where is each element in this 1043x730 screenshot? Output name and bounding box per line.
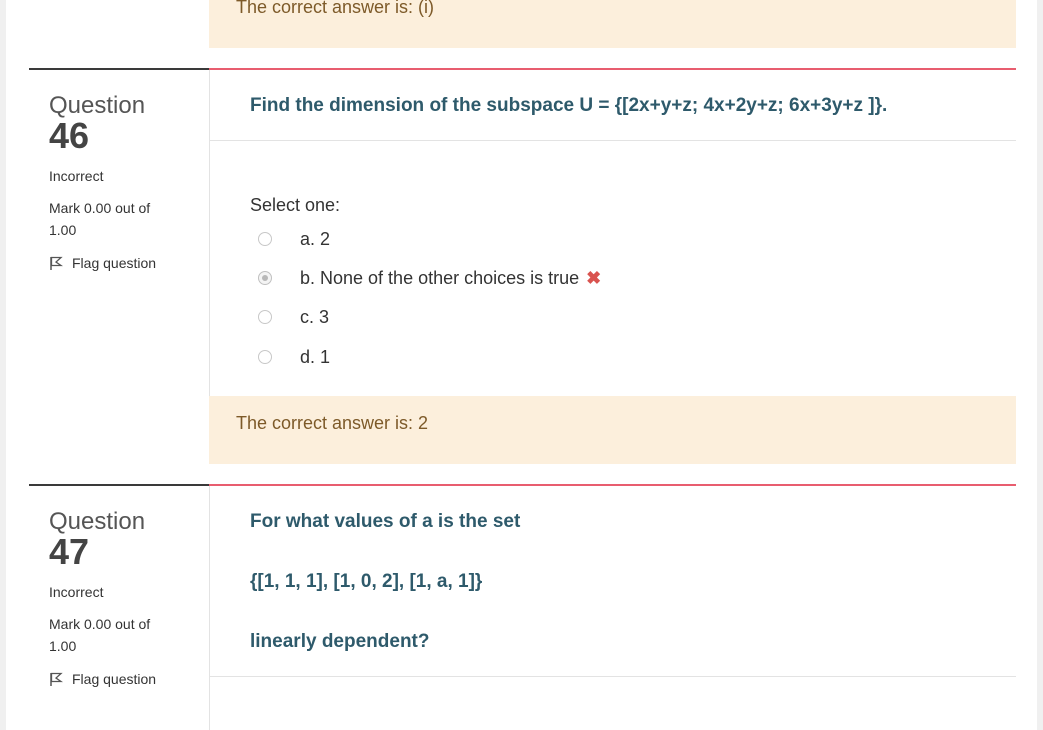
quiz-review-page: The correct answer is: (i) Question 46 I…	[6, 0, 1037, 730]
question-47-number: 47	[49, 531, 90, 572]
question-46-content-rule	[209, 68, 1016, 70]
question-46-flag-label: Flag question	[72, 255, 157, 271]
option-b-label: b. None of the other choices is true	[300, 267, 580, 288]
option-a-radio[interactable]	[258, 232, 272, 246]
question-46-prompt: Select one:	[250, 195, 341, 215]
question-47-text-line-3: linearly dependent?	[250, 631, 430, 652]
question-46-number: 46	[49, 115, 90, 156]
option-a[interactable]: a. 2	[258, 228, 330, 250]
question-47-text-divider	[209, 676, 1016, 677]
question-47-content-rule	[209, 484, 1016, 486]
flag-icon	[50, 256, 63, 270]
option-d-label: d. 1	[300, 346, 331, 367]
option-c-label: c. 3	[300, 306, 330, 327]
question-47-state: Incorrect	[49, 584, 104, 600]
previous-feedback-box: The correct answer is: (i)	[209, 0, 1016, 48]
option-a-label: a. 2	[300, 228, 331, 249]
page-scrollbar[interactable]	[1037, 0, 1043, 730]
question-47-flag-label: Flag question	[72, 671, 157, 687]
question-46-state: Incorrect	[49, 168, 104, 184]
question-46-feedback-box: The correct answer is: 2	[209, 396, 1016, 464]
question-47-info-rule	[29, 484, 209, 486]
option-c[interactable]: c. 3	[258, 306, 329, 328]
question-46-info-rule	[29, 68, 209, 70]
flag-icon	[50, 672, 63, 686]
question-47-grade: Mark 0.00 out of 1.00	[49, 616, 151, 654]
question-47-flag-button[interactable]: Flag question	[49, 671, 156, 687]
question-47-text-line-1: For what values of a is the set	[250, 511, 521, 532]
option-b-radio[interactable]	[258, 271, 272, 285]
previous-feedback-text: The correct answer is: (i)	[236, 0, 435, 17]
question-46-text-divider	[209, 140, 1016, 141]
option-b[interactable]: b. None of the other choices is true ✖	[258, 267, 601, 289]
question-46-flag-button[interactable]: Flag question	[49, 255, 156, 271]
question-46-grade: Mark 0.00 out of 1.00	[49, 200, 151, 238]
option-d-radio[interactable]	[258, 350, 272, 364]
question-47-text-line-2: {[1, 1, 1], [1, 0, 2], [1, a, 1]}	[250, 571, 483, 592]
question-46-feedback-text: The correct answer is: 2	[236, 413, 429, 433]
question-46-text: Find the dimension of the subspace U = {…	[250, 95, 888, 116]
option-d[interactable]: d. 1	[258, 346, 330, 368]
option-c-radio[interactable]	[258, 310, 272, 324]
incorrect-icon: ✖	[586, 267, 602, 288]
question-47-divider	[209, 486, 210, 730]
question-46-divider	[209, 70, 210, 396]
